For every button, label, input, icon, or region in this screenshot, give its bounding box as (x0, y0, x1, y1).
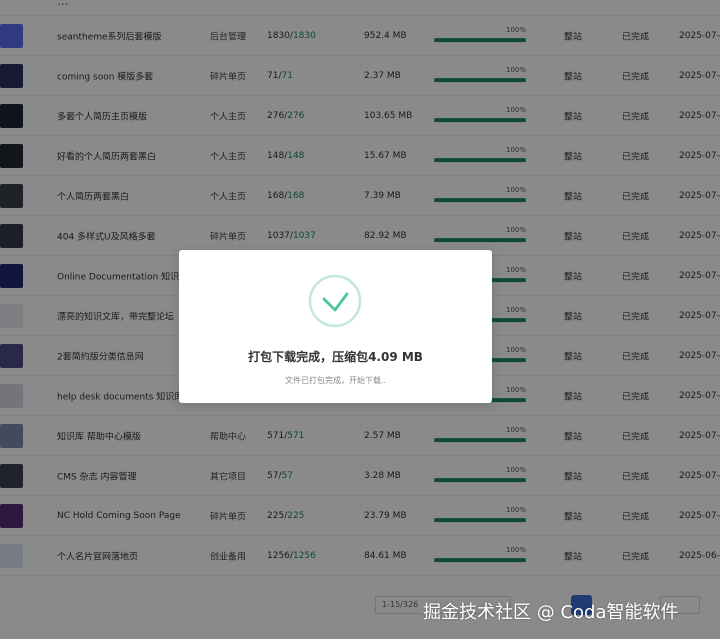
check-circle-icon (308, 274, 362, 328)
dialog-subtitle: 文件已打包完成，开始下载.. (284, 376, 387, 385)
watermark: 掘金技术社区 @ Coda智能软件 (423, 602, 679, 623)
dialog-title: 打包下载完成，压缩包4.09 MB (248, 350, 423, 364)
download-complete-dialog: 打包下载完成，压缩包4.09 MB 文件已打包完成，开始下载.. (179, 250, 492, 403)
